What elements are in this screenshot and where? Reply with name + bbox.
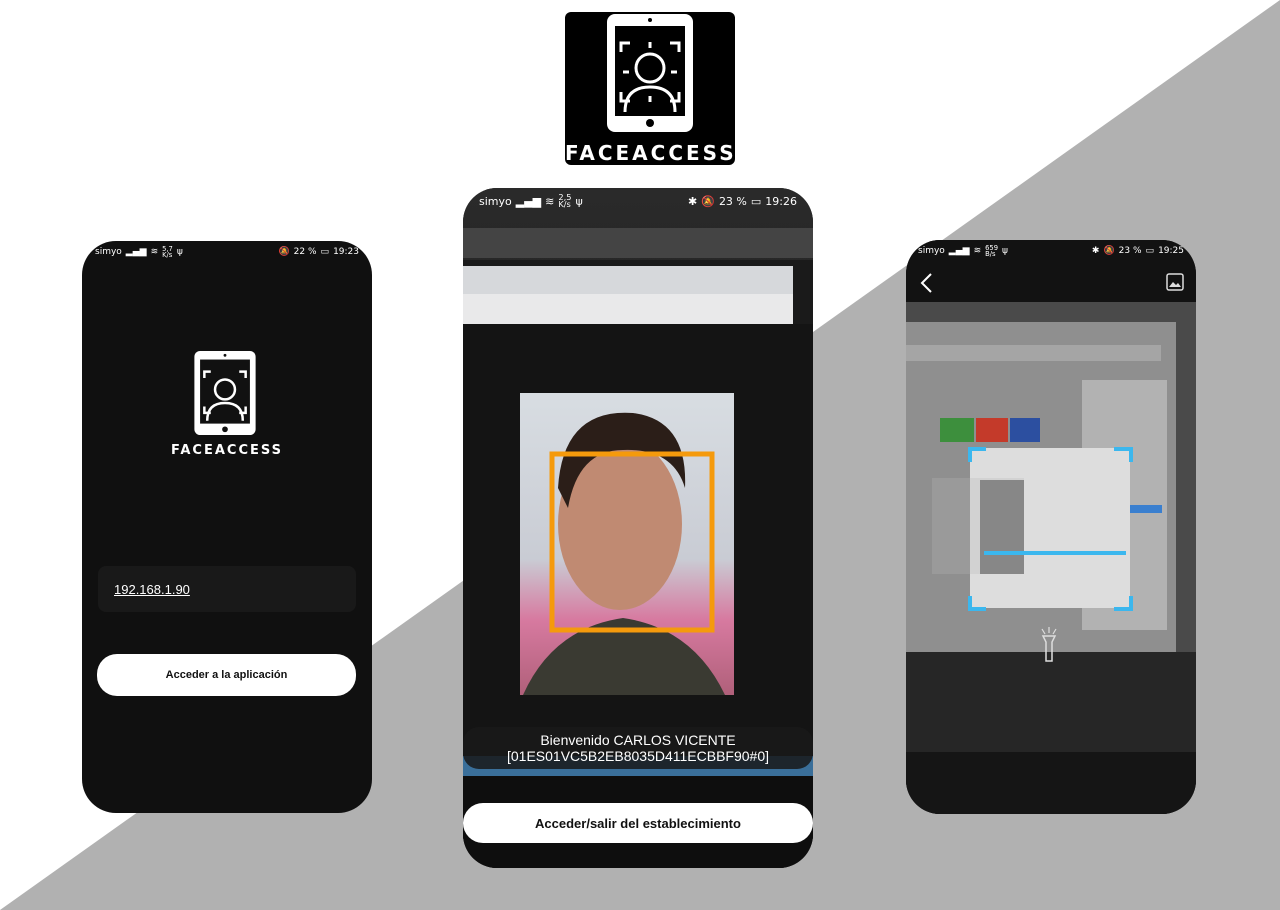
mute-icon: 🔕	[701, 194, 715, 208]
network-speed: 5,7 K/s	[162, 244, 173, 259]
mute-icon: 🔕	[1103, 246, 1115, 256]
usb-icon: ψ	[1002, 246, 1008, 256]
clock: 19:25	[1158, 246, 1184, 256]
status-bar: simyo ▂▄▆ ≋ 5,7 K/s ψ 🔕 22 % ▭ 19:23	[82, 241, 372, 263]
logo-wordmark: FACEACCESS	[170, 443, 284, 458]
mute-icon: 🔕	[278, 247, 290, 257]
carrier-label: simyo	[918, 246, 945, 256]
usb-icon: ψ	[575, 194, 583, 208]
access-app-button[interactable]: Acceder a la aplicación	[97, 654, 356, 696]
signal-icon: ▂▄▆	[125, 247, 147, 257]
battery-percent: 23 %	[1118, 246, 1142, 256]
phone-login-screen: simyo ▂▄▆ ≋ 5,7 K/s ψ 🔕 22 % ▭ 19:23 FAC…	[82, 241, 372, 813]
wifi-icon: ≋	[545, 194, 555, 208]
tablet-face-scan-icon	[607, 14, 693, 132]
signal-icon: ▂▄▆	[948, 246, 970, 256]
gallery-icon[interactable]	[1166, 273, 1184, 291]
usb-icon: ψ	[176, 247, 183, 257]
welcome-name: Bienvenido CARLOS VICENTE	[540, 732, 736, 748]
flashlight-icon[interactable]	[1039, 627, 1059, 663]
network-speed: 659 B/s	[985, 243, 998, 258]
phone-qr-scanner-screen: simyo ▂▄▆ ≋ 659 B/s ψ ✱ 🔕 23 % ▭ 19:25	[906, 240, 1196, 814]
battery-percent: 22 %	[293, 247, 317, 257]
clock: 19:26	[765, 194, 797, 208]
wifi-icon: ≋	[150, 247, 159, 257]
network-speed: 2,5 K/s	[558, 191, 572, 209]
logo-wordmark: FACEACCESS	[565, 141, 737, 165]
phone-face-recognition-screen: simyo ▂▄▆ ≋ 2,5 K/s ψ ✱ 🔕 23 % ▭ 19:26 Bi…	[463, 188, 813, 868]
signal-icon: ▂▄▆	[515, 194, 542, 208]
clock: 19:23	[333, 247, 359, 257]
back-arrow-icon[interactable]	[918, 272, 938, 294]
server-ip-input[interactable]: 192.168.1.90	[98, 566, 356, 612]
server-ip-value: 192.168.1.90	[114, 581, 190, 597]
wifi-icon: ≋	[973, 246, 982, 256]
battery-icon: ▭	[1145, 246, 1155, 256]
battery-icon: ▭	[750, 194, 762, 208]
battery-icon: ▭	[320, 247, 330, 257]
faceaccess-logo: FACEACCESS	[565, 12, 735, 165]
status-bar: simyo ▂▄▆ ≋ 659 B/s ψ ✱ 🔕 23 % ▭ 19:25	[906, 240, 1196, 262]
welcome-message: Bienvenido CARLOS VICENTE [01ES01VC5B2EB…	[463, 727, 813, 769]
carrier-label: simyo	[479, 194, 512, 208]
tablet-face-scan-icon	[194, 351, 256, 435]
carrier-label: simyo	[95, 247, 122, 257]
scan-frame	[968, 447, 1133, 611]
bluetooth-icon: ✱	[1091, 246, 1100, 256]
app-logo: FACEACCESS	[82, 351, 372, 571]
battery-percent: 23 %	[718, 194, 747, 208]
welcome-id: [01ES01VC5B2EB8035D411ECBBF90#0]	[506, 748, 770, 764]
status-bar: simyo ▂▄▆ ≋ 2,5 K/s ψ ✱ 🔕 23 % ▭ 19:26	[463, 188, 813, 214]
bluetooth-icon: ✱	[688, 194, 698, 208]
enter-exit-button[interactable]: Acceder/salir del establecimiento	[463, 803, 813, 843]
